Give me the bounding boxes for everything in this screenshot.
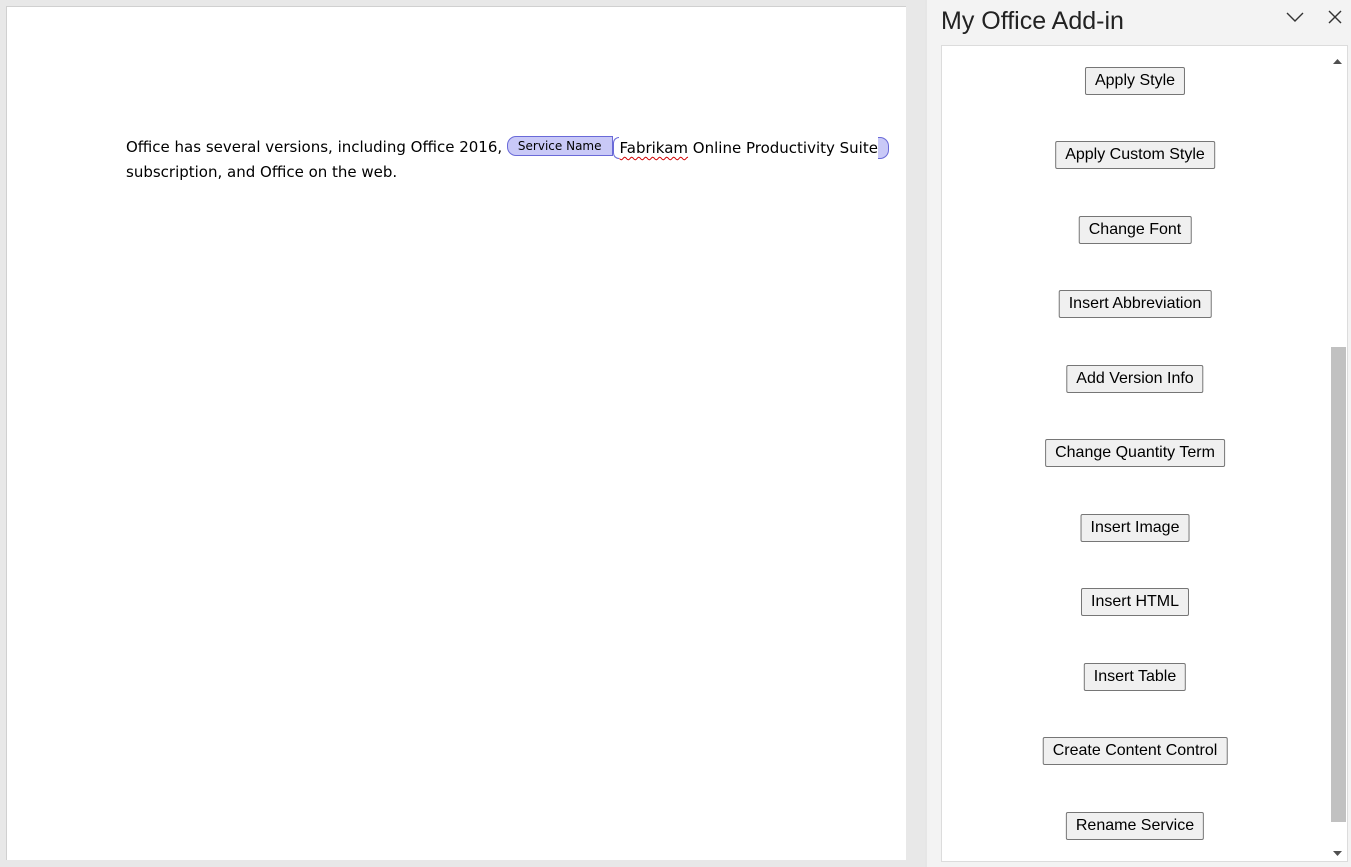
taskpane-title: My Office Add-in bbox=[941, 7, 1124, 35]
insert-table-button[interactable]: Insert Table bbox=[1083, 663, 1187, 691]
vertical-scrollbar[interactable] bbox=[1328, 46, 1347, 861]
apply-custom-style-button[interactable]: Apply Custom Style bbox=[1055, 141, 1215, 169]
create-content-control-button[interactable]: Create Content Control bbox=[1042, 737, 1228, 765]
change-font-button[interactable]: Change Font bbox=[1078, 216, 1192, 244]
insert-image-button[interactable]: Insert Image bbox=[1080, 514, 1190, 542]
close-icon[interactable] bbox=[1324, 6, 1346, 28]
rename-service-button[interactable]: Rename Service bbox=[1065, 812, 1205, 840]
paragraph-text-start: Office has several versions, including O… bbox=[126, 138, 507, 156]
add-version-info-button[interactable]: Add Version Info bbox=[1066, 365, 1204, 393]
task-pane: My Office Add-in Apply Style Apply Custo… bbox=[927, 0, 1351, 867]
scrollbar-thumb[interactable] bbox=[1331, 347, 1346, 822]
taskpane-content: Apply Style Apply Custom Style Change Fo… bbox=[941, 45, 1348, 862]
content-control-open-bracket bbox=[612, 137, 619, 159]
paragraph-text-end: subscription, and Office on the web. bbox=[126, 163, 398, 181]
insert-abbreviation-button[interactable]: Insert Abbreviation bbox=[1058, 290, 1212, 318]
content-control-service-name[interactable]: Service Name Fabrikam Online Productivity… bbox=[506, 136, 889, 160]
change-quantity-term-button[interactable]: Change Quantity Term bbox=[1045, 439, 1225, 467]
content-control-close-bracket bbox=[877, 137, 889, 159]
document-page[interactable]: Office has several versions, including O… bbox=[6, 6, 906, 860]
content-control-text[interactable]: Fabrikam Online Productivity Suite bbox=[620, 136, 878, 160]
chevron-down-icon[interactable] bbox=[1284, 6, 1306, 28]
content-control-text-rest: Online Productivity Suite bbox=[688, 139, 878, 157]
apply-style-button[interactable]: Apply Style bbox=[1084, 67, 1186, 95]
content-control-tag[interactable]: Service Name bbox=[506, 136, 613, 156]
misspelled-word[interactable]: Fabrikam bbox=[620, 139, 689, 157]
scroll-up-arrow-icon[interactable] bbox=[1332, 52, 1343, 64]
document-area: Office has several versions, including O… bbox=[0, 0, 925, 867]
insert-html-button[interactable]: Insert HTML bbox=[1080, 588, 1190, 616]
document-paragraph[interactable]: Office has several versions, including O… bbox=[126, 135, 896, 184]
scroll-down-arrow-icon[interactable] bbox=[1332, 844, 1343, 856]
